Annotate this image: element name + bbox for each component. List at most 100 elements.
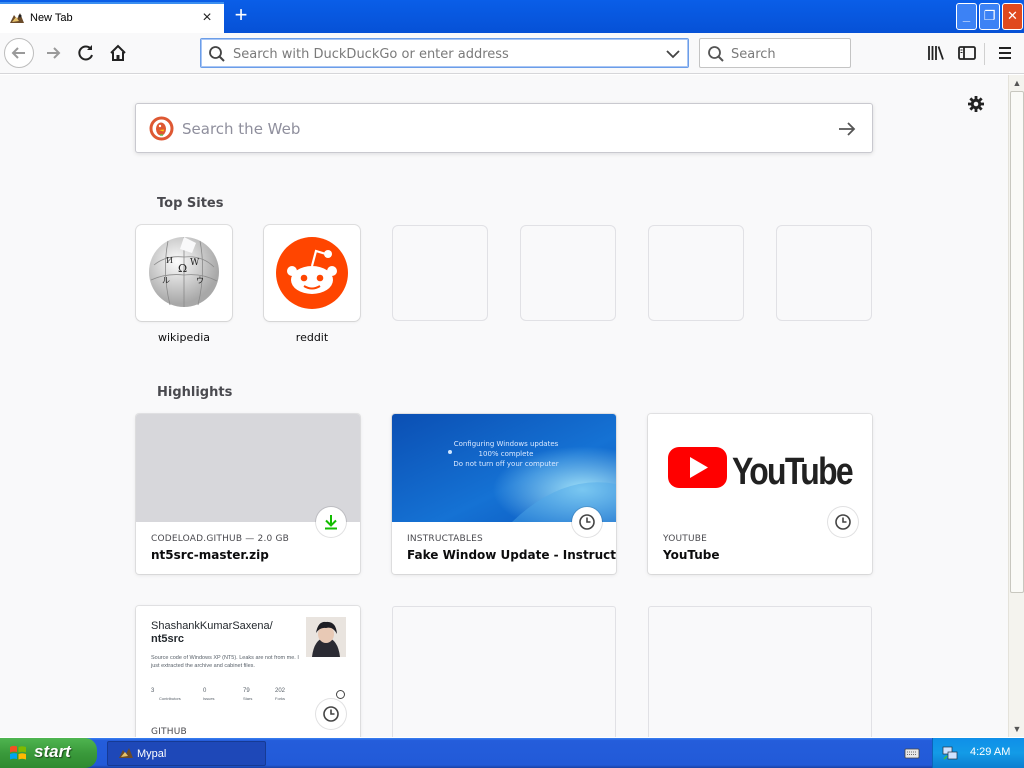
reload-icon	[78, 45, 93, 61]
scroll-thumb[interactable]	[1010, 91, 1024, 593]
clock-icon	[323, 706, 339, 722]
home-icon	[110, 44, 126, 61]
taskbar-item-label: Mypal	[137, 748, 167, 760]
top-site-empty	[520, 225, 616, 321]
github-icon	[336, 690, 345, 699]
card-thumbnail: Configuring Windows updates 100% complet…	[392, 414, 616, 522]
vertical-scrollbar[interactable]: ▲ ▼	[1008, 75, 1024, 737]
svg-text:И: И	[166, 256, 173, 265]
thumb-line: 100% complete	[479, 450, 534, 458]
title-bar: New Tab × + _ ❐ ✕	[0, 0, 1024, 33]
mypal-favicon-icon	[10, 13, 24, 23]
top-site-empty	[648, 225, 744, 321]
arrow-right-icon	[47, 47, 61, 59]
highlight-card-youtube[interactable]: YouTube YOUTUBE YouTube	[648, 414, 872, 574]
menu-button[interactable]	[990, 38, 1020, 68]
search-icon	[708, 46, 724, 62]
tab-new-tab[interactable]: New Tab ×	[0, 2, 224, 33]
arrow-left-icon	[11, 47, 25, 59]
hamburger-menu-icon	[999, 47, 1011, 59]
keyboard-icon[interactable]	[904, 746, 920, 760]
taskbar: start Mypal 4:29 AM	[0, 738, 1024, 768]
card-title: Fake Window Update - Instructa...	[407, 548, 616, 562]
taskbar-item-mypal[interactable]: Mypal	[107, 741, 266, 766]
top-site-label: wikipedia	[157, 331, 210, 344]
card-title: nt5src-master.zip	[151, 548, 269, 562]
sidebar-button[interactable]	[952, 38, 982, 68]
svg-text:ル: ル	[162, 276, 170, 285]
minimize-button[interactable]: _	[956, 3, 977, 30]
card-source: INSTRUCTABLES	[407, 534, 483, 544]
top-site-empty	[392, 225, 488, 321]
library-button[interactable]	[921, 38, 951, 68]
scroll-down-arrow-icon[interactable]: ▼	[1009, 721, 1024, 737]
reload-button[interactable]	[71, 38, 101, 68]
chevron-down-icon[interactable]	[664, 45, 682, 63]
card-thumbnail: YouTube	[648, 414, 872, 522]
history-badge	[828, 507, 858, 537]
reddit-logo-icon	[276, 237, 348, 309]
repo-stats: 3 Contributors 0 Issues 79 Stars 202 For…	[151, 688, 286, 701]
search-bar[interactable]	[699, 38, 851, 68]
repo-description: Source code of Windows XP (NT5). Leaks a…	[151, 655, 299, 669]
web-search-input[interactable]	[182, 119, 802, 139]
start-label: start	[34, 742, 71, 761]
toolbar-separator	[984, 43, 985, 65]
card-source: CODELOAD.GITHUB — 2.0 GB	[151, 534, 290, 544]
top-site-tile-wikipedia[interactable]: Ω W И ウ ル	[136, 225, 232, 321]
library-icon	[928, 46, 944, 60]
network-icon[interactable]	[942, 745, 958, 761]
start-button[interactable]: start	[0, 738, 97, 768]
gear-icon[interactable]	[966, 94, 986, 114]
highlight-empty	[648, 606, 872, 737]
back-button[interactable]	[4, 38, 34, 68]
stat-stars: 79	[243, 688, 250, 694]
stat-forks: 202	[275, 688, 286, 694]
home-button[interactable]	[103, 38, 133, 68]
card-title: YouTube	[663, 548, 720, 562]
highlight-card-github[interactable]: ShashankKumarSaxena/ nt5src Source code …	[136, 606, 360, 737]
forward-button[interactable]	[39, 38, 69, 68]
web-search-box[interactable]	[135, 103, 873, 153]
restore-button[interactable]: ❐	[979, 3, 1000, 30]
svg-text:W: W	[190, 258, 200, 268]
new-tab-button[interactable]: +	[230, 4, 252, 27]
youtube-wordmark: YouTube	[732, 451, 853, 493]
card-thumbnail	[136, 414, 360, 522]
card-thumbnail: ShashankKumarSaxena/ nt5src Source code …	[136, 606, 360, 714]
url-bar[interactable]	[200, 38, 689, 68]
tab-title: New Tab	[30, 12, 73, 24]
sidebar-icon	[958, 46, 976, 60]
stat-contributors: 3	[151, 688, 155, 694]
card-source: YOUTUBE	[663, 534, 708, 544]
tab-close-icon[interactable]: ×	[199, 10, 215, 26]
top-site-empty	[776, 225, 872, 321]
scroll-up-arrow-icon[interactable]: ▲	[1009, 75, 1024, 91]
close-window-button[interactable]: ✕	[1002, 3, 1023, 30]
top-site-tile-reddit[interactable]	[264, 225, 360, 321]
system-tray: 4:29 AM	[932, 738, 1024, 768]
avatar	[306, 617, 346, 657]
svg-text:ウ: ウ	[196, 276, 204, 285]
clock-icon	[579, 514, 595, 530]
nav-toolbar	[0, 33, 1024, 74]
repo-name: nt5src	[151, 633, 185, 645]
thumb-line: Do not turn off your computer	[453, 460, 558, 468]
windows-logo-icon	[10, 745, 26, 760]
search-input[interactable]	[731, 45, 846, 63]
mypal-icon	[119, 748, 133, 758]
top-sites-heading: Top Sites	[157, 196, 224, 211]
duckduckgo-logo-icon	[149, 116, 174, 141]
url-input[interactable]	[233, 45, 653, 63]
clock-icon	[835, 514, 851, 530]
search-icon	[209, 46, 225, 62]
highlight-empty	[392, 606, 616, 737]
history-badge	[316, 699, 346, 729]
highlight-card-download[interactable]: CODELOAD.GITHUB — 2.0 GB nt5src-master.z…	[136, 414, 360, 574]
wikipedia-logo-icon: Ω W И ウ ル	[149, 237, 219, 307]
new-tab-page: Top Sites Ω W И ウ ル wikipedia	[0, 75, 1008, 737]
card-source: GITHUB	[151, 727, 187, 737]
download-badge	[316, 507, 346, 537]
highlight-card-instructables[interactable]: Configuring Windows updates 100% complet…	[392, 414, 616, 574]
arrow-right-icon[interactable]	[836, 119, 858, 139]
